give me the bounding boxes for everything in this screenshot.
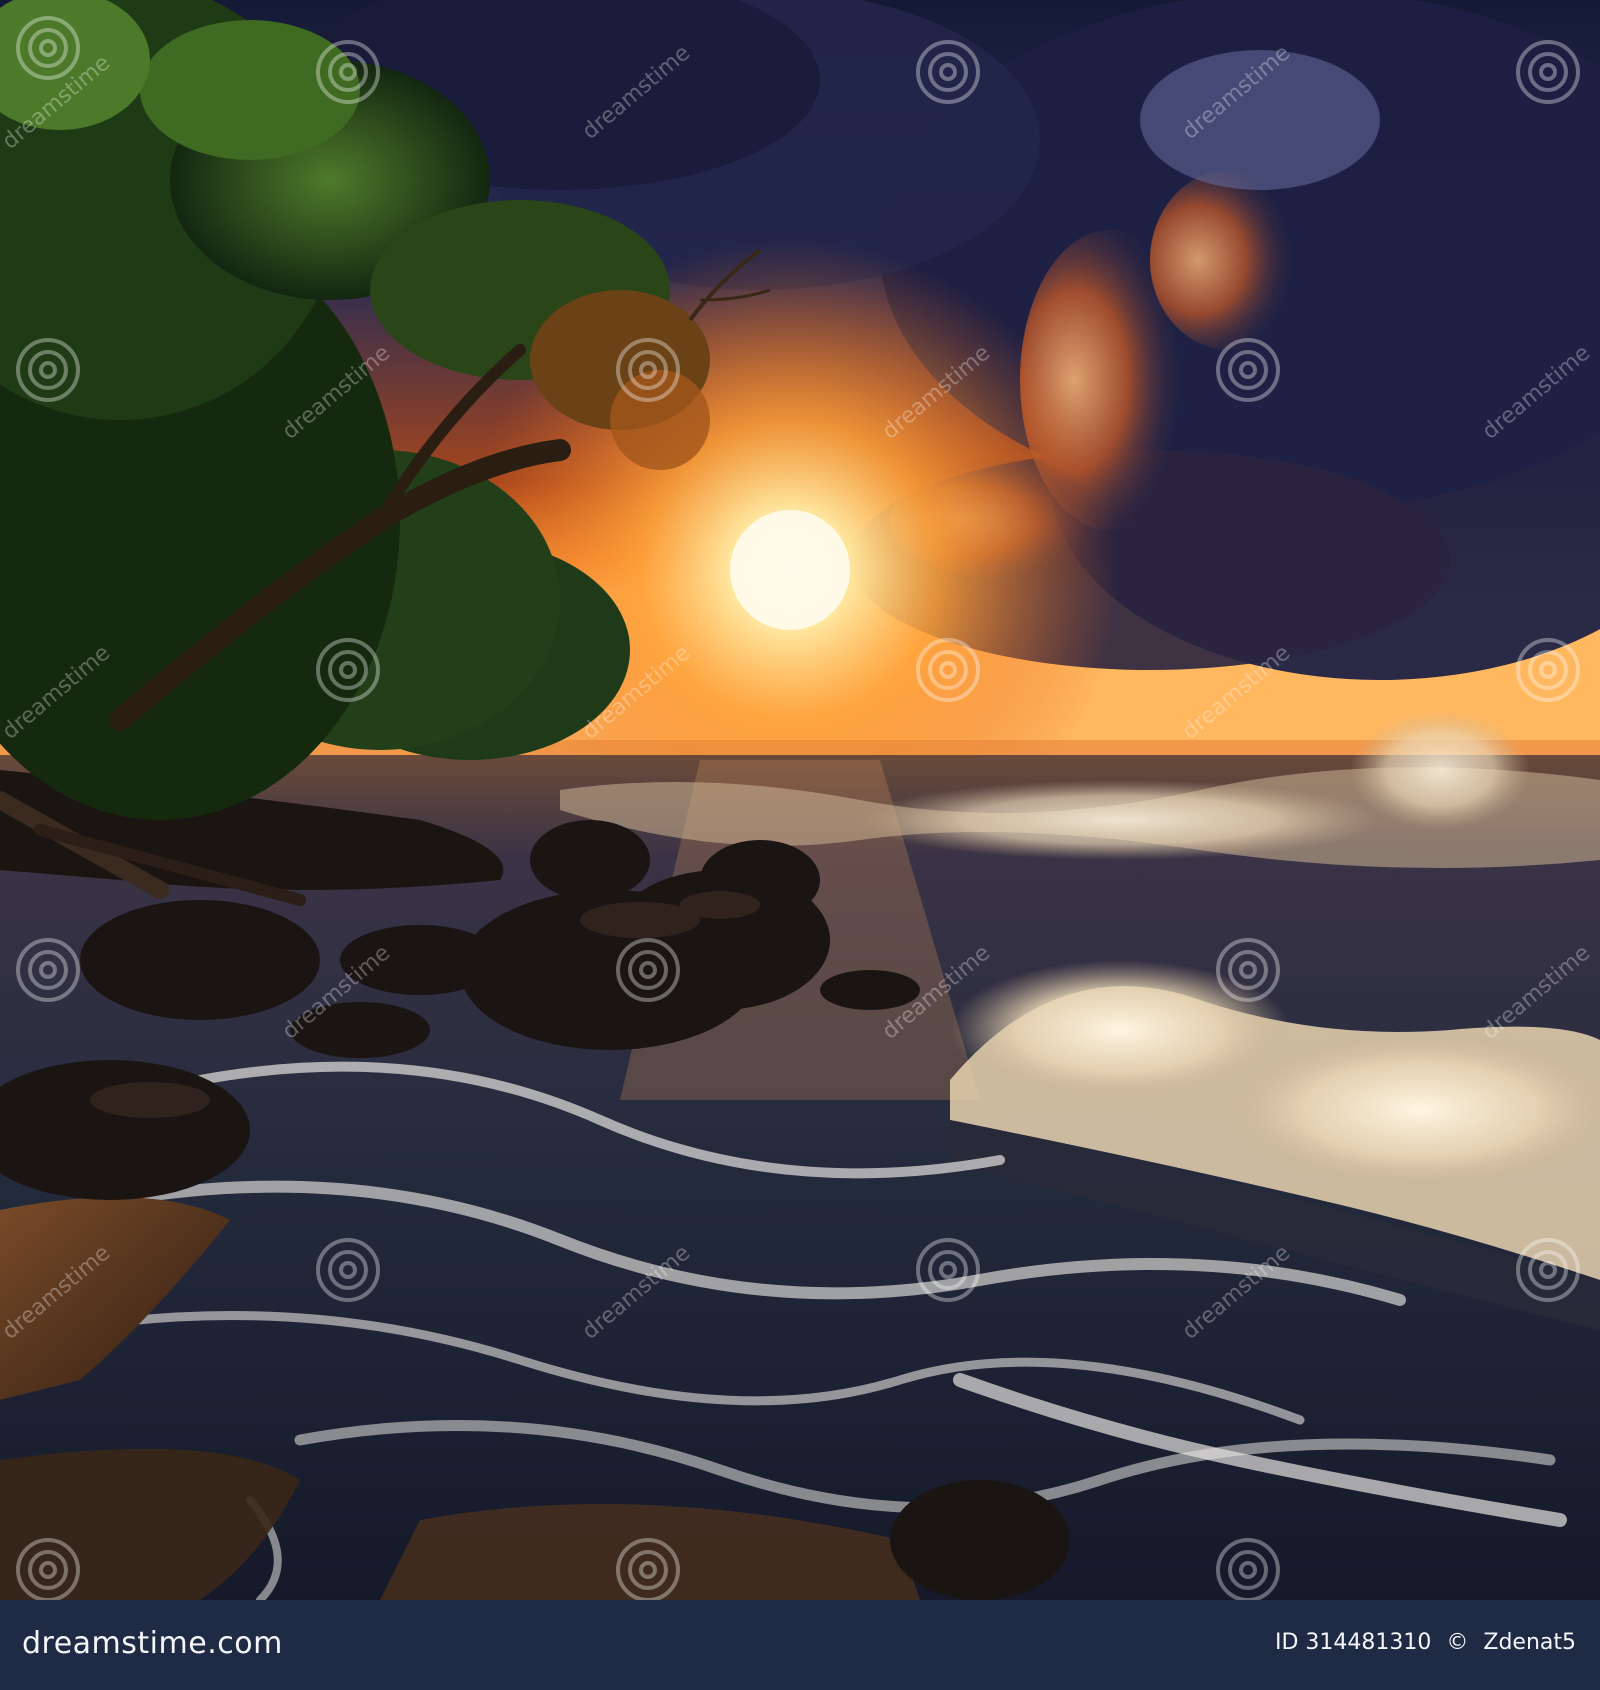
copyright-symbol: © <box>1446 1630 1469 1655</box>
footer-bar: dreamstime.com ID 314481310 © Zdenat5 <box>0 1600 1600 1690</box>
stock-photo-page: dreamstime dreamstime dreamstime dreamst… <box>0 0 1600 1690</box>
stormy-beach-sunset-photo: dreamstime dreamstime dreamstime dreamst… <box>0 0 1600 1600</box>
footer-credits: ID 314481310 © Zdenat5 <box>1275 1630 1576 1655</box>
image-id: ID 314481310 <box>1274 1630 1432 1655</box>
footer-brand[interactable]: dreamstime.com <box>22 1626 283 1661</box>
author-name[interactable]: Zdenat5 <box>1483 1630 1576 1655</box>
